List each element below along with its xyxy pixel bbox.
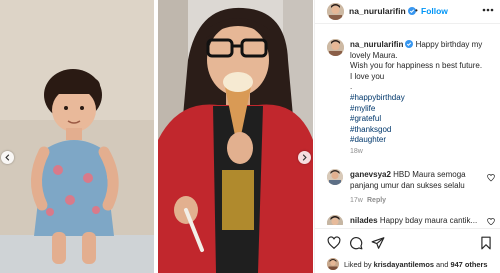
likes-others-link[interactable]: 947 others	[450, 260, 487, 269]
hashtag-link[interactable]: #happybirthday	[350, 93, 496, 104]
photo-woman-ice-cream	[158, 0, 313, 273]
carousel-next-button[interactable]	[298, 151, 311, 164]
post-caption: na_nurularifin Happy birthday my lovely …	[350, 40, 496, 146]
more-options-icon[interactable]	[480, 3, 496, 17]
commenter-avatar[interactable]	[327, 169, 343, 185]
caption-line: .	[350, 82, 353, 92]
likes-joiner: and	[436, 260, 449, 269]
comment-username[interactable]: nilades	[350, 216, 378, 225]
comments-section: na_nurularifin Happy birthday my lovely …	[315, 25, 500, 225]
liker-avatar[interactable]	[327, 258, 339, 270]
author-avatar[interactable]	[327, 3, 344, 20]
author-username[interactable]: na_nurularifin	[349, 6, 416, 16]
caption-line: Wish you for happiness n best future.	[350, 61, 483, 71]
likes-summary: Liked by krisdayantilemos and 947 others	[315, 256, 500, 273]
photo-toddler	[0, 0, 154, 273]
comment-username[interactable]: ganevsya2	[350, 170, 391, 179]
paper-plane-icon[interactable]	[371, 236, 385, 250]
comment-item: ganevsya2 HBD Maura semoga panjang umur …	[350, 170, 485, 191]
heart-icon[interactable]	[327, 236, 341, 250]
comment-like-heart-icon[interactable]	[487, 218, 495, 225]
comment-like-heart-icon[interactable]	[487, 174, 495, 182]
post-side-panel: na_nurularifin • Follow na_nurularifin H…	[314, 0, 500, 273]
comment-reply-button[interactable]: Reply	[367, 197, 386, 204]
comment-item: nilades Happy bday maura cantik...	[350, 216, 485, 225]
header-separator: •	[415, 6, 418, 15]
post-media	[0, 0, 313, 273]
hashtag-link[interactable]: #grateful	[350, 114, 496, 125]
liker-username[interactable]: krisdayantilemos	[374, 260, 434, 269]
hashtag-link[interactable]: #mylife	[350, 104, 496, 115]
bookmark-icon[interactable]	[479, 236, 493, 250]
carousel-prev-button[interactable]	[1, 151, 14, 164]
caption-timestamp[interactable]: 18w	[350, 148, 363, 155]
chevron-left-icon	[5, 154, 10, 161]
hashtag-link[interactable]: #daughter	[350, 135, 496, 146]
comment-icon[interactable]	[349, 236, 363, 250]
comment-timestamp[interactable]: 17w	[350, 197, 363, 204]
post-header: na_nurularifin • Follow	[315, 0, 500, 24]
verified-badge-icon	[405, 40, 414, 48]
caption-author-avatar[interactable]	[327, 39, 344, 56]
hashtag-link[interactable]: #thanksgod	[350, 125, 496, 136]
commenter-avatar[interactable]	[327, 215, 343, 225]
post-action-bar	[315, 228, 500, 256]
caption-username[interactable]: na_nurularifin	[350, 40, 403, 49]
chevron-right-icon	[302, 154, 307, 161]
comment-text: Happy bday maura cantik...	[379, 216, 478, 225]
follow-button[interactable]: Follow	[421, 6, 448, 16]
likes-text: Liked by krisdayantilemos and 947 others	[344, 260, 487, 269]
likes-prefix: Liked by	[344, 260, 372, 269]
caption-line: I love you	[350, 71, 385, 81]
